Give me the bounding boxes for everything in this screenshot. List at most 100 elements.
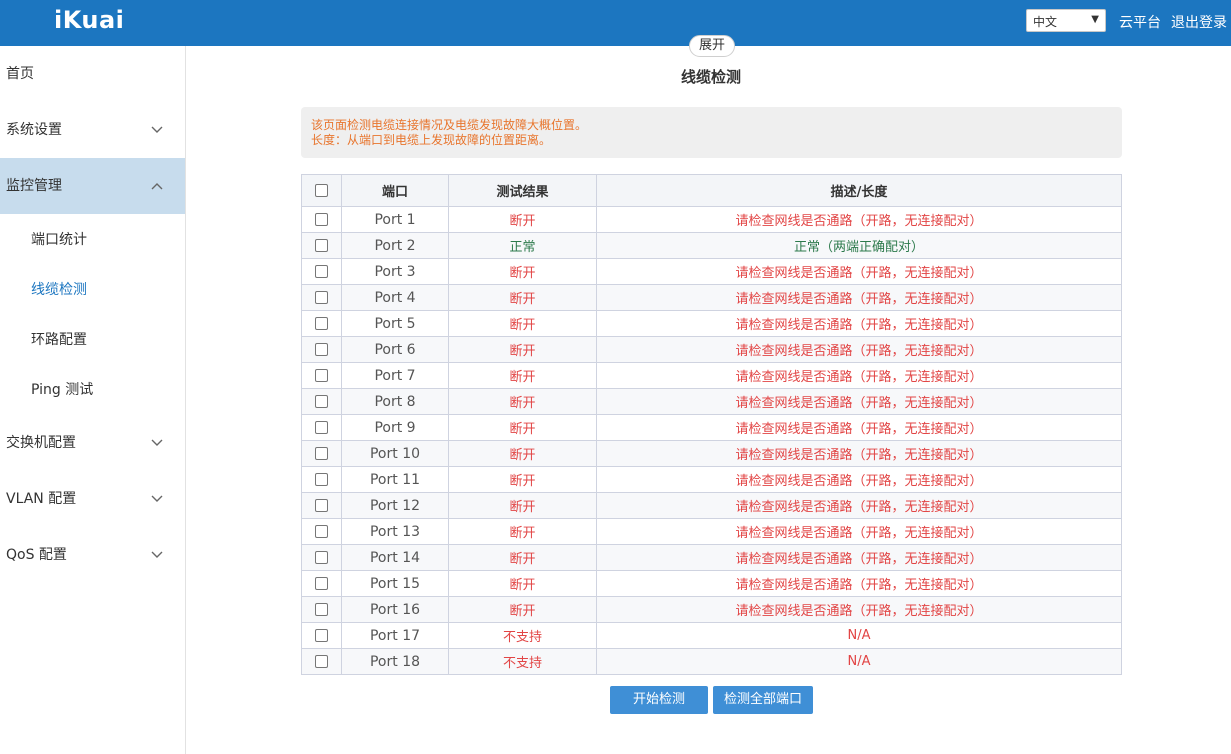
table-row: Port 17 不支持 N/A: [301, 622, 1122, 649]
result-cell: 断开: [448, 310, 597, 337]
sidebar-subitem-loop-config[interactable]: 环路配置: [0, 315, 185, 365]
row-select-cell: [301, 310, 342, 337]
sidebar-item-qos-config[interactable]: QoS 配置: [0, 527, 185, 583]
description-cell: 请检查网线是否通路（开路，无连接配对）: [596, 570, 1122, 597]
row-checkbox[interactable]: [315, 577, 328, 590]
row-select-cell: [301, 440, 342, 467]
table-row: Port 12 断开 请检查网线是否通路（开路，无连接配对）: [301, 492, 1122, 519]
port-cell: Port 12: [341, 492, 449, 519]
table-row: Port 13 断开 请检查网线是否通路（开路，无连接配对）: [301, 518, 1122, 545]
row-checkbox[interactable]: [315, 447, 328, 460]
row-checkbox[interactable]: [315, 369, 328, 382]
row-checkbox[interactable]: [315, 343, 328, 356]
sidebar-subitem-ping-test[interactable]: Ping 测试: [0, 365, 185, 415]
description-cell: 请检查网线是否通路（开路，无连接配对）: [596, 492, 1122, 519]
test-all-ports-button[interactable]: 检测全部端口: [713, 686, 813, 714]
port-cell: Port 17: [341, 622, 449, 649]
description-cell: N/A: [596, 648, 1122, 675]
row-checkbox[interactable]: [315, 551, 328, 564]
result-cell: 断开: [448, 544, 597, 571]
port-cell: Port 6: [341, 336, 449, 363]
row-checkbox[interactable]: [315, 473, 328, 486]
result-cell: 不支持: [448, 648, 597, 675]
row-checkbox[interactable]: [315, 395, 328, 408]
table-row: Port 3 断开 请检查网线是否通路（开路，无连接配对）: [301, 258, 1122, 285]
table-row: Port 1 断开 请检查网线是否通路（开路，无连接配对）: [301, 206, 1122, 233]
language-select-value: 中文: [1033, 15, 1058, 29]
sidebar-subitem-cable-test[interactable]: 线缆检测: [0, 265, 185, 315]
row-select-cell: [301, 232, 342, 259]
chevron-down-icon: ▼: [1091, 14, 1099, 25]
cable-test-table: 端口 测试结果 描述/长度 Port 1 断开 请检查网线是否通路（开路，无连接配对…: [301, 174, 1122, 675]
sidebar-item-label: QoS 配置: [6, 547, 67, 563]
sidebar: 首页 系统设置 监控管理 端口统计 线缆检测 环路配置 Ping 测试 交换机配…: [0, 46, 186, 754]
table-row: Port 6 断开 请检查网线是否通路（开路，无连接配对）: [301, 336, 1122, 363]
top-header: iKuai 中文 ▼ 云平台 退出登录: [0, 0, 1231, 46]
result-cell: 断开: [448, 518, 597, 545]
expand-button[interactable]: 展开: [689, 35, 735, 57]
port-cell: Port 3: [341, 258, 449, 285]
row-checkbox[interactable]: [315, 239, 328, 252]
row-checkbox[interactable]: [315, 655, 328, 668]
sidebar-item-label: 首页: [6, 66, 34, 82]
row-checkbox[interactable]: [315, 525, 328, 538]
port-cell: Port 5: [341, 310, 449, 337]
table-row: Port 18 不支持 N/A: [301, 648, 1122, 675]
description-cell: 请检查网线是否通路（开路，无连接配对）: [596, 596, 1122, 623]
description-cell: 请检查网线是否通路（开路，无连接配对）: [596, 206, 1122, 233]
description-cell: 请检查网线是否通路（开路，无连接配对）: [596, 284, 1122, 311]
row-checkbox[interactable]: [315, 603, 328, 616]
description-cell: 请检查网线是否通路（开路，无连接配对）: [596, 440, 1122, 467]
table-row: Port 4 断开 请检查网线是否通路（开路，无连接配对）: [301, 284, 1122, 311]
result-cell: 断开: [448, 206, 597, 233]
sidebar-item-monitoring[interactable]: 监控管理: [0, 158, 185, 214]
row-checkbox[interactable]: [315, 421, 328, 434]
table-body: Port 1 断开 请检查网线是否通路（开路，无连接配对） Port 2 正常 正常（两端…: [301, 206, 1122, 675]
sidebar-subitem-port-stats[interactable]: 端口统计: [0, 215, 185, 265]
sidebar-item-system-settings[interactable]: 系统设置: [0, 102, 185, 158]
row-checkbox[interactable]: [315, 213, 328, 226]
result-cell: 断开: [448, 440, 597, 467]
sidebar-item-home[interactable]: 首页: [0, 46, 185, 102]
port-cell: Port 2: [341, 232, 449, 259]
result-cell: 断开: [448, 284, 597, 311]
column-header-result: 测试结果: [448, 174, 597, 207]
port-cell: Port 8: [341, 388, 449, 415]
start-test-button[interactable]: 开始检测: [610, 686, 708, 714]
port-cell: Port 14: [341, 544, 449, 571]
description-cell: N/A: [596, 622, 1122, 649]
chevron-down-icon: [151, 527, 163, 607]
info-notice: 该页面检测电缆连接情况及电缆发现故障大概位置。 长度：从端口到电缆上发现故障的位…: [301, 107, 1122, 158]
result-cell: 断开: [448, 388, 597, 415]
sidebar-item-vlan-config[interactable]: VLAN 配置: [0, 471, 185, 527]
table-row: Port 5 断开 请检查网线是否通路（开路，无连接配对）: [301, 310, 1122, 337]
description-cell: 请检查网线是否通路（开路，无连接配对）: [596, 362, 1122, 389]
sidebar-item-switch-config[interactable]: 交换机配置: [0, 415, 185, 471]
select-all-checkbox[interactable]: [315, 184, 328, 197]
row-checkbox[interactable]: [315, 291, 328, 304]
port-cell: Port 9: [341, 414, 449, 441]
logout-link[interactable]: 退出登录: [1171, 12, 1227, 32]
row-checkbox[interactable]: [315, 629, 328, 642]
row-checkbox[interactable]: [315, 265, 328, 278]
row-select-cell: [301, 518, 342, 545]
description-cell: 请检查网线是否通路（开路，无连接配对）: [596, 258, 1122, 285]
result-cell: 断开: [448, 414, 597, 441]
row-checkbox[interactable]: [315, 499, 328, 512]
row-select-cell: [301, 388, 342, 415]
table-header-row: 端口 测试结果 描述/长度: [301, 174, 1122, 207]
language-select[interactable]: 中文 ▼: [1026, 9, 1106, 32]
result-cell: 不支持: [448, 622, 597, 649]
table-row: Port 16 断开 请检查网线是否通路（开路，无连接配对）: [301, 596, 1122, 623]
port-cell: Port 18: [341, 648, 449, 675]
result-cell: 断开: [448, 466, 597, 493]
description-cell: 请检查网线是否通路（开路，无连接配对）: [596, 466, 1122, 493]
port-cell: Port 1: [341, 206, 449, 233]
row-select-cell: [301, 466, 342, 493]
description-cell: 请检查网线是否通路（开路，无连接配对）: [596, 414, 1122, 441]
cloud-platform-link[interactable]: 云平台: [1119, 12, 1161, 32]
table-row: Port 7 断开 请检查网线是否通路（开路，无连接配对）: [301, 362, 1122, 389]
row-checkbox[interactable]: [315, 317, 328, 330]
table-row: Port 8 断开 请检查网线是否通路（开路，无连接配对）: [301, 388, 1122, 415]
port-cell: Port 10: [341, 440, 449, 467]
